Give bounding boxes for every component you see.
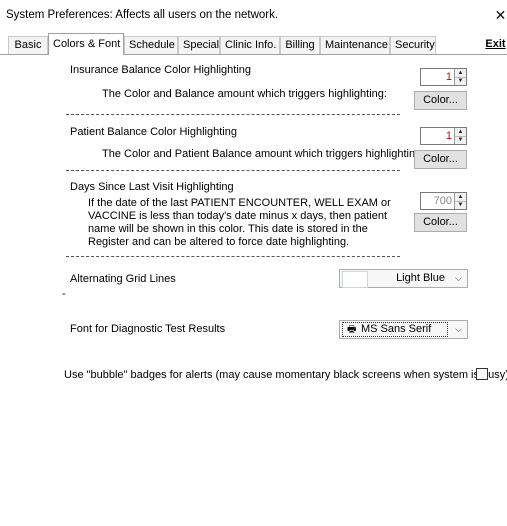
tab-special[interactable]: Special [178, 36, 220, 54]
visit-color-button[interactable]: Color... [414, 213, 467, 232]
insurance-value: 1 [445, 71, 452, 83]
color-swatch [342, 271, 368, 288]
spin-down-icon[interactable]: ▼ [455, 201, 466, 209]
tab-maintenance[interactable]: Maintenance [320, 36, 390, 54]
font-focus-box: 🖶 MS Sans Serif [342, 322, 448, 337]
spinner-arrows[interactable]: ▲ ▼ [454, 69, 466, 85]
font-label: Font for Diagnostic Test Results [70, 323, 226, 335]
spin-down-icon[interactable]: ▼ [455, 136, 466, 144]
grid-lines-dash: - [62, 288, 66, 300]
visit-days-value: 700 [433, 195, 452, 207]
spinner-arrows[interactable]: ▲ ▼ [454, 193, 466, 209]
patient-description: The Color and Patient Balance amount whi… [102, 148, 425, 160]
grid-lines-label: Alternating Grid Lines [70, 273, 176, 285]
insurance-heading: Insurance Balance Color Highlighting [70, 64, 251, 76]
bubble-badges-checkbox[interactable] [476, 368, 488, 380]
exit-button[interactable]: Exit [484, 36, 507, 54]
visit-heading: Days Since Last Visit Highlighting [70, 181, 234, 193]
close-icon[interactable]: ✕ [494, 6, 507, 24]
visit-description-line: VACCINE is less than today's date minus … [88, 210, 388, 222]
tab-colors-font[interactable]: Colors & Font [48, 33, 124, 55]
visit-days-spinner[interactable]: 700 ▲ ▼ [420, 192, 467, 210]
tab-schedule[interactable]: Schedule [124, 36, 178, 54]
grid-color-value: Light Blue [396, 272, 445, 284]
insurance-color-button[interactable]: Color... [414, 91, 467, 110]
window-title: System Preferences: Affects all users on… [6, 9, 279, 21]
bubble-badges-label: Use "bubble" badges for alerts (may caus… [64, 369, 507, 381]
spin-down-icon[interactable]: ▼ [455, 77, 466, 85]
tab-clinic-info[interactable]: Clinic Info. [220, 36, 280, 54]
visit-description: If the date of the last PATIENT ENCOUNTE… [88, 197, 418, 249]
font-value: MS Sans Serif [361, 323, 432, 335]
visit-description-line: Register and can be altered to force dat… [88, 236, 350, 248]
patient-value: 1 [445, 130, 452, 142]
patient-value-spinner[interactable]: 1 ▲ ▼ [420, 127, 467, 145]
printer-icon: 🖶 [347, 324, 357, 335]
insurance-description: The Color and Balance amount which trigg… [102, 88, 387, 100]
insurance-value-spinner[interactable]: 1 ▲ ▼ [420, 68, 467, 86]
tab-basic[interactable]: Basic [8, 36, 48, 54]
patient-heading: Patient Balance Color Highlighting [70, 126, 237, 138]
separator [66, 114, 400, 115]
tab-security[interactable]: Security [390, 36, 436, 54]
visit-description-line: name will be shown in this color. This d… [88, 223, 368, 235]
tab-billing[interactable]: Billing [280, 36, 320, 54]
chevron-down-icon[interactable]: ⌵ [455, 270, 462, 287]
chevron-down-icon[interactable]: ⌵ [455, 321, 462, 338]
patient-color-button[interactable]: Color... [414, 150, 467, 169]
separator [66, 170, 400, 171]
separator [66, 256, 400, 257]
spinner-arrows[interactable]: ▲ ▼ [454, 128, 466, 144]
grid-color-dropdown[interactable]: Light Blue ⌵ [339, 269, 468, 288]
visit-description-line: If the date of the last PATIENT ENCOUNTE… [88, 197, 391, 209]
font-dropdown[interactable]: 🖶 MS Sans Serif ⌵ [339, 320, 468, 339]
